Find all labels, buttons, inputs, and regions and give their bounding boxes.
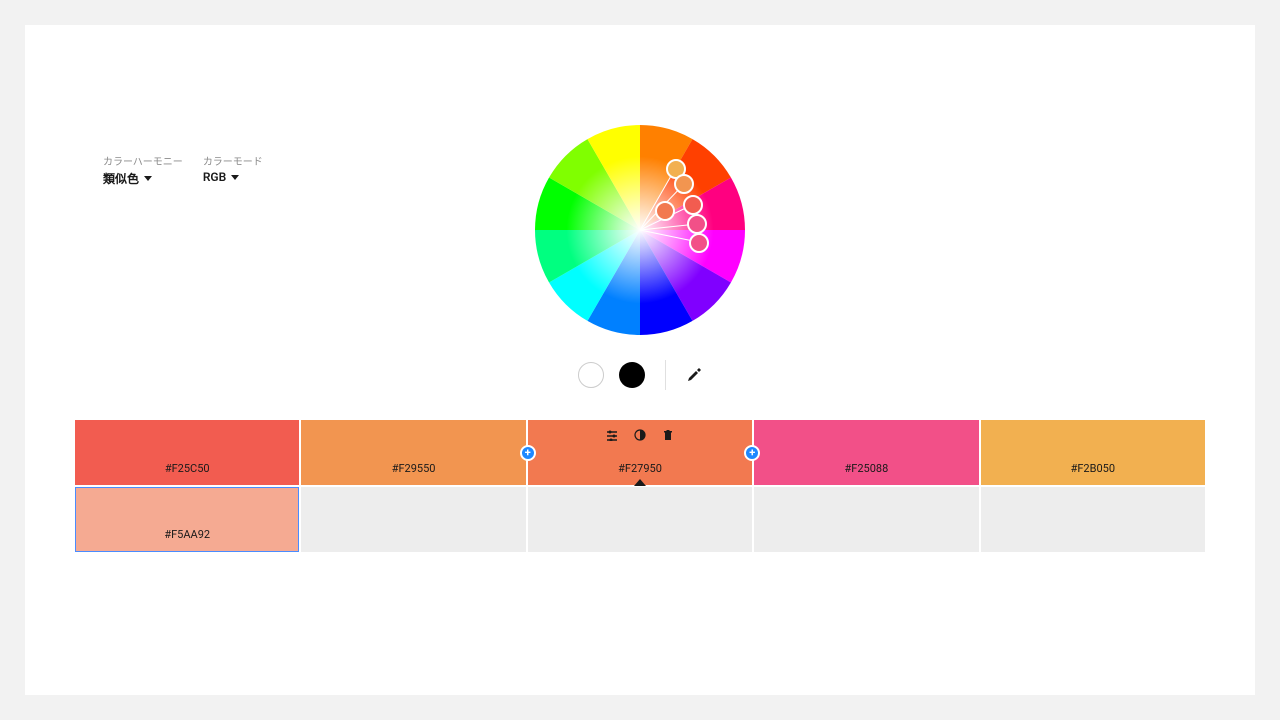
mode-control: カラーモード RGB xyxy=(203,153,263,187)
wheel-picker[interactable] xyxy=(683,195,703,215)
palette-cell[interactable] xyxy=(528,487,752,552)
palette: #F25C50#F29550#F27950++#F25088#F2B050#F5… xyxy=(75,420,1205,552)
palette-hex: #F25C50 xyxy=(165,462,210,475)
palette-hex: #F27950 xyxy=(618,462,662,475)
palette-cell[interactable]: #F27950++ xyxy=(528,420,752,485)
add-color-button[interactable]: + xyxy=(520,445,536,461)
background-black-toggle[interactable] xyxy=(619,362,645,388)
active-marker-icon xyxy=(634,479,646,486)
palette-cell[interactable]: #F25C50 xyxy=(75,420,299,485)
palette-cell[interactable]: #F29550 xyxy=(301,420,525,485)
color-tool-panel: カラーハーモニー 類似色 カラーモード RGB xyxy=(25,25,1255,695)
palette-hex: #F5AA92 xyxy=(164,528,210,541)
trash-icon[interactable] xyxy=(661,428,675,442)
chevron-down-icon xyxy=(231,175,239,180)
mode-value: RGB xyxy=(203,170,226,184)
palette-cell[interactable] xyxy=(981,487,1205,552)
wheel-controls xyxy=(578,360,702,390)
palette-cell[interactable]: #F5AA92 xyxy=(75,487,299,552)
mode-select[interactable]: RGB xyxy=(203,170,263,184)
palette-cell[interactable]: #F25088 xyxy=(754,420,978,485)
add-color-button[interactable]: + xyxy=(744,445,760,461)
palette-cell[interactable] xyxy=(301,487,525,552)
wheel-picker[interactable] xyxy=(687,214,707,234)
harmony-label: カラーハーモニー xyxy=(103,153,183,168)
harmony-select[interactable]: 類似色 xyxy=(103,170,183,187)
top-controls: カラーハーモニー 類似色 カラーモード RGB xyxy=(103,153,263,187)
sliders-icon[interactable] xyxy=(605,428,619,442)
cell-tools xyxy=(605,428,675,442)
harmony-control: カラーハーモニー 類似色 xyxy=(103,153,183,187)
palette-hex: #F2B050 xyxy=(1071,462,1115,475)
wheel-picker[interactable] xyxy=(689,233,709,253)
palette-hex: #F25088 xyxy=(845,462,889,475)
contrast-icon[interactable] xyxy=(633,428,647,442)
palette-grid: #F25C50#F29550#F27950++#F25088#F2B050#F5… xyxy=(75,420,1205,552)
mode-label: カラーモード xyxy=(203,153,263,168)
wheel-picker[interactable] xyxy=(655,201,675,221)
palette-cell[interactable] xyxy=(754,487,978,552)
eyedropper-icon[interactable] xyxy=(686,367,702,383)
divider xyxy=(665,360,666,390)
color-wheel[interactable] xyxy=(535,125,745,335)
chevron-down-icon xyxy=(144,176,152,181)
harmony-value: 類似色 xyxy=(103,170,139,187)
palette-cell[interactable]: #F2B050 xyxy=(981,420,1205,485)
wheel-picker[interactable] xyxy=(674,174,694,194)
background-white-toggle[interactable] xyxy=(578,362,604,388)
palette-hex: #F29550 xyxy=(392,462,436,475)
